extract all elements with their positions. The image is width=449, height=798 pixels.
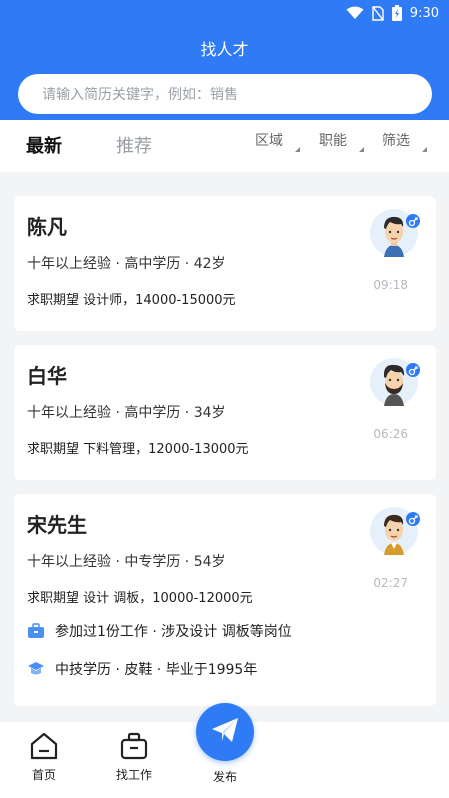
update-time: 06:26 <box>373 427 408 441</box>
tab-bar: 最新 推荐 区域 职能 筛选 <box>0 120 449 172</box>
filter-region-label: 区域 <box>255 133 283 149</box>
candidate-info: 十年以上经验 · 高中学历 · 34岁 <box>27 405 226 421</box>
work-experience-text: 参加过1份工作 · 涉及设计 调板等岗位 <box>55 624 292 640</box>
clock-time: 9:30 <box>409 5 439 21</box>
send-icon <box>209 714 241 750</box>
candidate-info: 十年以上经验 · 高中学历 · 42岁 <box>27 256 226 272</box>
update-time: 02:27 <box>373 576 408 590</box>
tab-recommended[interactable]: 推荐 <box>116 132 152 158</box>
candidate-card[interactable]: 陈凡 十年以上经验 · 高中学历 · 42岁 求职期望 设计师，14000-15… <box>14 196 436 331</box>
briefcase-icon <box>104 732 164 760</box>
candidate-name: 陈凡 <box>27 215 67 239</box>
filter-function-label: 职能 <box>319 133 347 149</box>
publish-button[interactable] <box>196 703 254 761</box>
app-header: 9:30 找人才 请输入简历关键字，例如：销售 <box>0 0 449 120</box>
search-input[interactable]: 请输入简历关键字，例如：销售 <box>18 74 432 114</box>
nav-find-job-label: 找工作 <box>115 768 152 782</box>
education-text: 中技学历 · 皮鞋 · 毕业于1995年 <box>55 662 258 678</box>
caret-icon <box>422 147 427 152</box>
candidate-card[interactable]: 白华 十年以上经验 · 高中学历 · 34岁 求职期望 下料管理，12000-1… <box>14 345 436 480</box>
nav-publish-label[interactable]: 发布 <box>196 768 254 785</box>
filter-screen[interactable]: 筛选 <box>382 130 427 152</box>
work-experience: 参加过1份工作 · 涉及设计 调板等岗位 <box>27 621 292 641</box>
male-icon <box>406 512 420 526</box>
candidate-name: 白华 <box>27 364 67 388</box>
caret-icon <box>295 147 300 152</box>
nav-find-job[interactable]: 找工作 <box>104 732 164 783</box>
candidate-name: 宋先生 <box>27 513 87 537</box>
filter-region[interactable]: 区域 <box>255 130 300 152</box>
candidate-card[interactable]: 宋先生 十年以上经验 · 中专学历 · 54岁 求职期望 设计 调板，10000… <box>14 494 436 706</box>
filter-screen-label: 筛选 <box>382 133 410 149</box>
filter-function[interactable]: 职能 <box>319 130 364 152</box>
update-time: 09:18 <box>373 278 408 292</box>
page-title: 找人才 <box>200 40 249 59</box>
wifi-icon <box>346 6 364 20</box>
nav-home[interactable]: 首页 <box>14 732 74 783</box>
tab-latest[interactable]: 最新 <box>26 132 62 158</box>
male-icon <box>406 214 420 228</box>
status-bar: 9:30 <box>346 3 439 23</box>
no-sim-icon <box>372 5 384 21</box>
candidate-info: 十年以上经验 · 中专学历 · 54岁 <box>27 554 226 570</box>
candidate-expectation: 求职期望 设计 调板，10000-12000元 <box>27 591 253 606</box>
battery-icon <box>391 5 402 21</box>
candidate-expectation: 求职期望 设计师，14000-15000元 <box>27 293 236 308</box>
briefcase-icon <box>27 622 45 640</box>
education: 中技学历 · 皮鞋 · 毕业于1995年 <box>27 659 257 679</box>
graduation-cap-icon <box>27 660 45 678</box>
caret-icon <box>359 147 364 152</box>
candidate-expectation: 求职期望 下料管理，12000-13000元 <box>27 442 249 457</box>
male-icon <box>406 363 420 377</box>
nav-home-label: 首页 <box>31 768 56 782</box>
home-icon <box>14 732 74 760</box>
